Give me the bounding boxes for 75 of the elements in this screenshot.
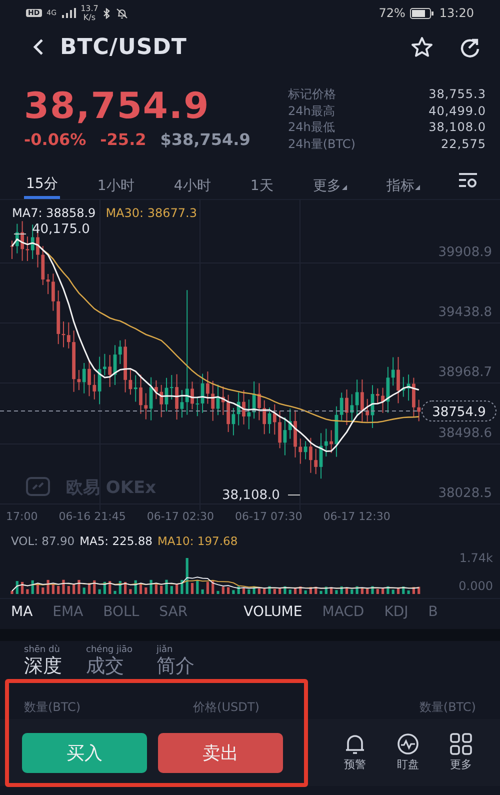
indicator-tab[interactable]: MA bbox=[11, 604, 33, 620]
indicator-tab[interactable]: MACD bbox=[322, 604, 364, 620]
change-percent: -0.06% bbox=[24, 130, 86, 149]
nav-item[interactable]: 更多 bbox=[440, 733, 482, 772]
stat-label: 标记价格 bbox=[288, 86, 336, 102]
last-price: 38,754.9 bbox=[24, 86, 211, 128]
timeframe-tab[interactable]: 指标 bbox=[384, 172, 422, 199]
volume-legend: MA5: 225.88 bbox=[80, 534, 152, 550]
stat-label: 24h最低 bbox=[288, 119, 335, 136]
pinyin-label: shēn dù bbox=[24, 645, 60, 655]
muted-bell-icon bbox=[116, 8, 128, 18]
indicator-tab[interactable]: EMA bbox=[52, 604, 84, 620]
nav-item[interactable]: 盯盘 bbox=[387, 733, 429, 772]
logo-icon bbox=[26, 477, 50, 496]
back-button[interactable] bbox=[32, 38, 46, 56]
timeframe-tab[interactable]: 4小时 bbox=[172, 172, 213, 199]
timeframe-tab[interactable]: 更多 bbox=[310, 172, 349, 199]
order-book-tab[interactable]: 成交 bbox=[86, 655, 124, 677]
indicator-tab[interactable]: BOLL bbox=[103, 604, 140, 620]
ma-legend: MA30: 38677.3 bbox=[106, 206, 197, 220]
time-axis-label: 06-17 07:30 bbox=[235, 510, 302, 525]
stat-value: 38,755.3 bbox=[428, 86, 486, 102]
indicator-tab[interactable]: B bbox=[428, 604, 438, 620]
indicator-tab[interactable]: KDJ bbox=[384, 604, 408, 620]
volume-legend: VOL: 87.90 bbox=[11, 534, 75, 550]
star-icon[interactable] bbox=[410, 36, 434, 58]
low-marker-line bbox=[288, 494, 300, 496]
column-header: 数量(BTC) bbox=[24, 699, 81, 716]
stat-value: 40,499.0 bbox=[428, 102, 486, 119]
price-axis-label: 38968.7 bbox=[438, 365, 492, 380]
time-axis-label: 06-16 21:45 bbox=[58, 510, 126, 525]
pinyin-label: jiǎn bbox=[156, 645, 173, 655]
order-book-tab[interactable]: 深度 bbox=[24, 655, 62, 677]
volume-legend: MA10: 197.68 bbox=[157, 534, 238, 550]
bell-icon bbox=[343, 733, 367, 755]
price-axis-label: 38028.5 bbox=[438, 486, 492, 501]
stat-label: 24h量(BTC) bbox=[288, 136, 356, 152]
stat-label: 24h最高 bbox=[288, 102, 335, 119]
bluetooth-icon bbox=[103, 8, 112, 18]
timeframe-tab[interactable]: 15分 bbox=[24, 172, 60, 199]
ma-legend: MA7: 38858.9 bbox=[12, 206, 96, 220]
chart-settings-icon[interactable] bbox=[458, 172, 478, 188]
indicator-tab[interactable]: VOLUME bbox=[244, 604, 302, 620]
price-axis-label: 39438.8 bbox=[438, 305, 492, 320]
pinyin-label: chéng jiāo bbox=[86, 645, 132, 655]
usd-price: $38,754.9 bbox=[160, 130, 250, 149]
stat-value: 22,575 bbox=[441, 136, 486, 152]
timeframe-tab[interactable]: 1天 bbox=[248, 172, 276, 199]
current-price-tag: 38754.9 bbox=[422, 400, 496, 422]
stat-value: 38,108.0 bbox=[428, 119, 486, 136]
pair-title: BTC/USDT bbox=[60, 34, 187, 60]
grid-icon bbox=[449, 733, 473, 755]
nav-item[interactable]: 预警 bbox=[334, 733, 376, 772]
price-axis-label: 38498.6 bbox=[438, 426, 492, 441]
sell-button[interactable]: 卖出 bbox=[158, 732, 283, 772]
clock: 13:20 bbox=[439, 6, 474, 20]
signal-icon bbox=[62, 8, 76, 18]
volume-axis-label: 0.000 bbox=[458, 579, 493, 593]
price-axis-label: 39908.9 bbox=[438, 245, 492, 260]
change-amount: -25.2 bbox=[100, 130, 146, 149]
low-price-marker: 38,108.0 bbox=[222, 488, 280, 503]
timeframe-tab[interactable]: 1小时 bbox=[95, 172, 136, 199]
column-header: 数量(BTC) bbox=[419, 699, 476, 716]
column-header: 价格(USDT) bbox=[193, 699, 260, 716]
order-book-tab[interactable]: 简介 bbox=[156, 655, 194, 677]
network-speed: 13.7 K/s bbox=[80, 4, 98, 22]
battery-percent: 72% bbox=[378, 6, 406, 20]
indicator-tab[interactable]: SAR bbox=[159, 604, 188, 620]
pulse-icon bbox=[395, 733, 421, 755]
battery-icon bbox=[410, 8, 434, 18]
share-icon[interactable] bbox=[458, 36, 482, 58]
time-axis-label: 06-17 12:30 bbox=[323, 510, 390, 525]
time-axis-label: 06-17 02:30 bbox=[146, 510, 214, 525]
time-axis-label: 17:00 bbox=[6, 510, 38, 525]
volume-axis-label: 1.74k bbox=[459, 551, 493, 565]
